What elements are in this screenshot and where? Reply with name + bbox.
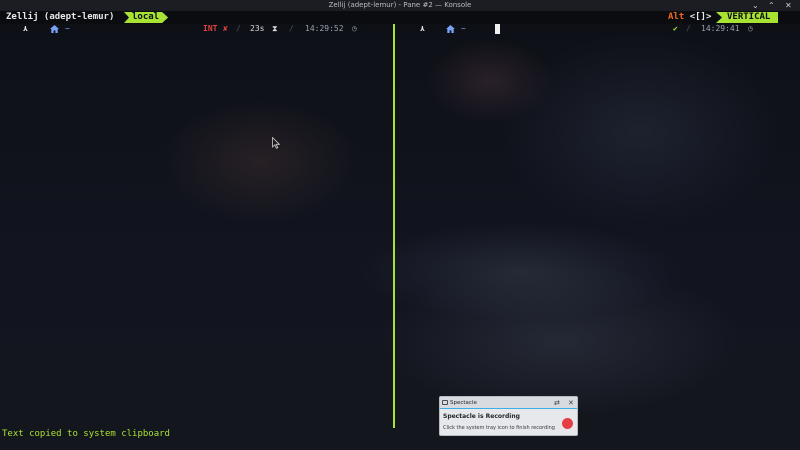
tab-local[interactable]: local xyxy=(124,12,168,23)
notification-header: Spectacle ⇄ ✕ xyxy=(440,397,577,409)
clock-icon: ◷ xyxy=(748,24,753,33)
zellij-tab-bar: Zellij (adept-lemur) local Alt <[]> VERT… xyxy=(0,11,800,24)
terminal-pane-2[interactable]: ⋏ ~ ✔ / 14:29:41 ◷ xyxy=(395,24,800,450)
clipboard-status-message: Text copied to system clipboard xyxy=(2,429,170,439)
close-icon[interactable]: ✕ xyxy=(568,397,574,409)
notification-app-name: Spectacle xyxy=(450,400,477,406)
right-prompt: ✔ / 14:29:41 ◷ xyxy=(395,24,800,34)
terminal-pane-1[interactable]: ⋏ ~ INT ✘ / 23s ⧗ / 14:29:52 ◷ xyxy=(0,24,393,450)
separator: / xyxy=(686,24,691,33)
modifier-hint: Alt <[]> xyxy=(668,11,711,24)
spectacle-icon xyxy=(442,400,448,405)
prompt-time: 14:29:52 xyxy=(305,24,344,33)
exit-status: INT xyxy=(203,24,218,33)
notification-title: Spectacle is Recording xyxy=(443,413,520,420)
mode-badge: VERTICAL xyxy=(716,12,779,23)
record-indicator-icon[interactable] xyxy=(562,418,573,429)
window-titlebar[interactable]: Zellij (adept-lemur) - Pane #2 — Konsole… xyxy=(0,0,800,11)
prompt-time: 14:29:41 xyxy=(701,24,740,33)
notification-body: Click the system tray icon to finish rec… xyxy=(443,425,555,431)
configure-icon[interactable]: ⇄ xyxy=(554,397,560,409)
hourglass-icon: ⧗ xyxy=(272,24,278,33)
modifier-key: Alt xyxy=(668,12,685,22)
error-icon: ✘ xyxy=(223,24,228,33)
separator: / xyxy=(236,24,241,33)
maximize-icon[interactable]: ⌃ xyxy=(768,0,775,11)
session-name: Zellij (adept-lemur) xyxy=(6,12,115,22)
window-title: Zellij (adept-lemur) - Pane #2 — Konsole xyxy=(328,1,472,9)
modifier-brackets: <[]> xyxy=(689,12,712,22)
mouse-pointer-icon xyxy=(272,137,280,149)
recording-notification[interactable]: Spectacle ⇄ ✕ Spectacle is Recording Cli… xyxy=(439,396,578,436)
right-prompt: INT ✘ / 23s ⧗ / 14:29:52 ◷ xyxy=(0,24,393,34)
clock-icon: ◷ xyxy=(352,24,357,33)
close-icon[interactable]: ✕ xyxy=(785,0,792,11)
minimize-icon[interactable]: ⌄ xyxy=(752,0,759,11)
command-duration: 23s xyxy=(250,24,265,33)
success-icon: ✔ xyxy=(673,24,678,33)
separator: / xyxy=(289,24,294,33)
